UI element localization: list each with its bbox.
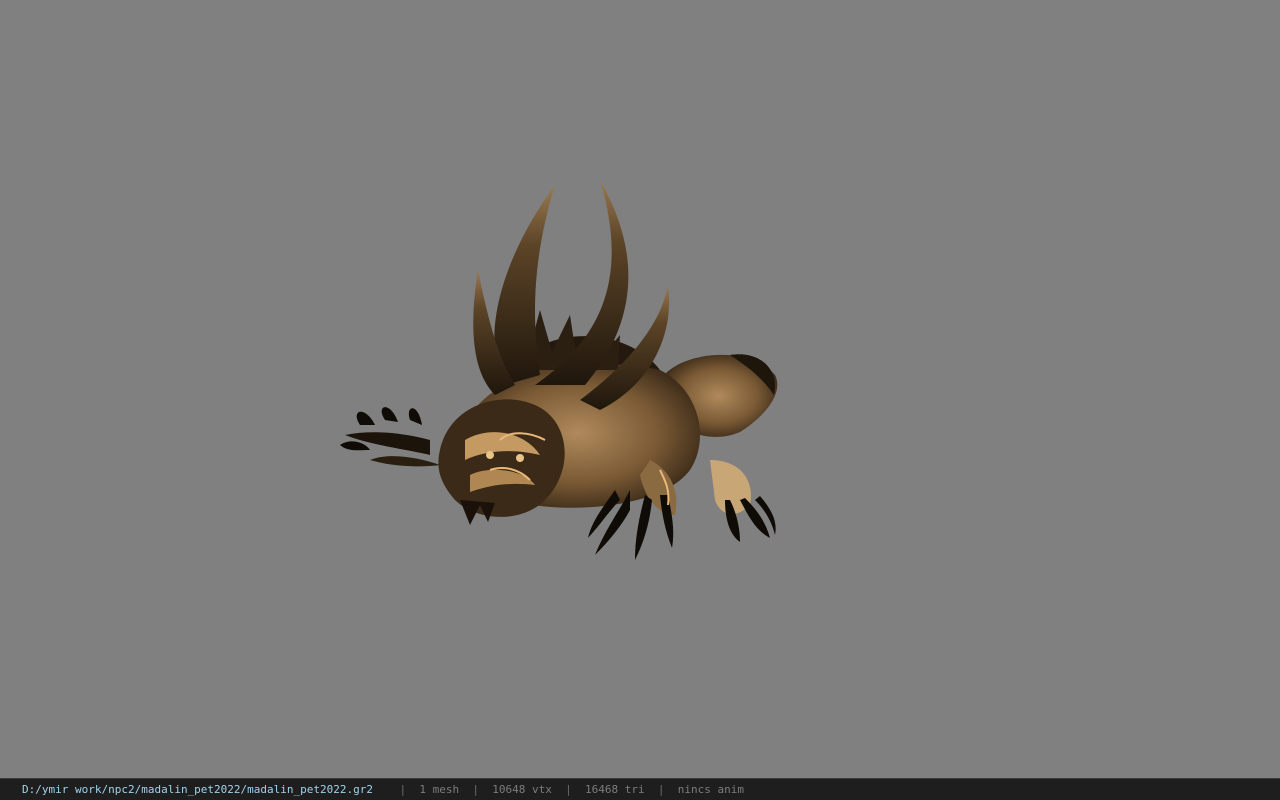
creature-model	[340, 180, 778, 560]
separator: |	[399, 783, 407, 796]
anim-status: nincs anim	[677, 783, 744, 796]
vertex-count: 10648 vtx	[492, 783, 552, 796]
separator: |	[472, 783, 479, 796]
separator: |	[657, 783, 665, 796]
3d-viewport[interactable]	[0, 0, 1280, 778]
triangle-count: 16468 tri	[584, 783, 645, 796]
separator: |	[565, 783, 572, 796]
mesh-count: 1 mesh	[419, 783, 460, 796]
status-bar: D:/ymir work/npc2/madalin_pet2022/madali…	[0, 778, 1280, 800]
file-path: D:/ymir work/npc2/madalin_pet2022/madali…	[22, 783, 373, 796]
